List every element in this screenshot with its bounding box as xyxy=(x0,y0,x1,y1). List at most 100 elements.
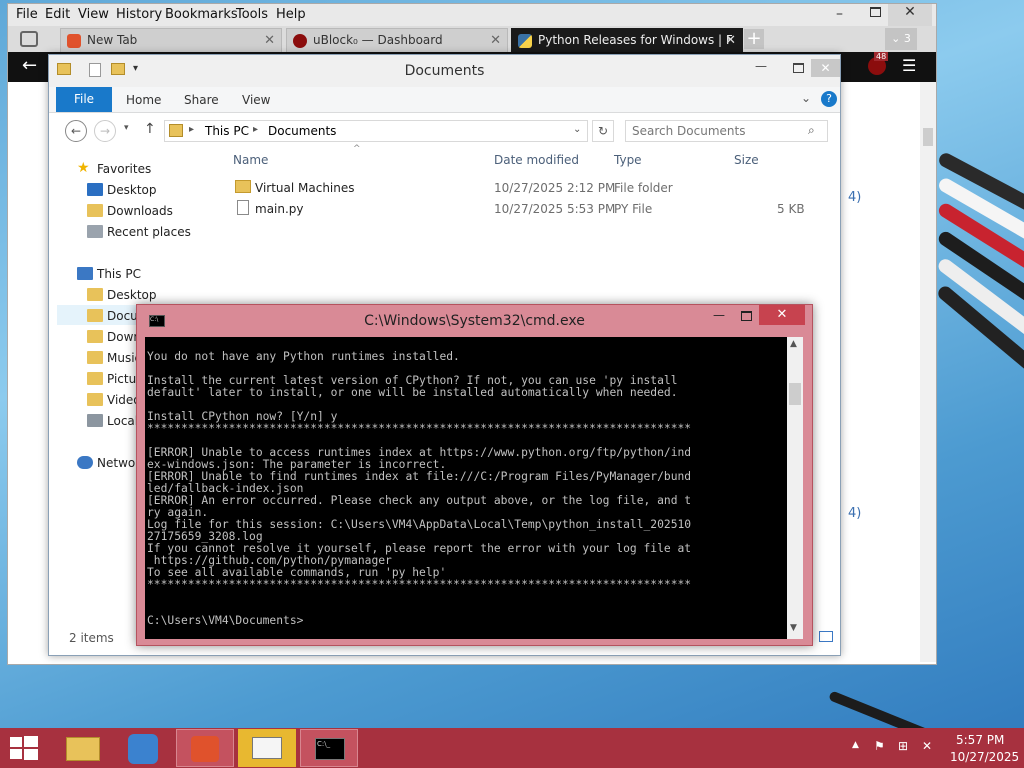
cmd-line xyxy=(147,591,785,603)
windows-start-icon[interactable] xyxy=(10,736,38,761)
browser-minimize-button[interactable]: – xyxy=(836,6,843,22)
explorer-maximize-button[interactable] xyxy=(793,63,804,73)
tab-count: 3 xyxy=(903,32,911,45)
hamburger-menu-icon[interactable]: ☰ xyxy=(902,56,916,75)
page-scrollbar[interactable] xyxy=(920,82,936,662)
network-tray-icon[interactable]: ⊞ xyxy=(898,739,908,753)
cmd-minimize-button[interactable]: — xyxy=(713,308,725,322)
menu-bookmarks[interactable]: Bookmarks xyxy=(165,7,238,22)
tab-count-button[interactable]: ⌄ 3 xyxy=(885,28,917,50)
nav-fav-recent[interactable]: Recent places xyxy=(107,225,191,239)
volume-muted-icon[interactable]: ✕ xyxy=(922,739,932,753)
menu-tools[interactable]: Tools xyxy=(236,7,268,22)
file-type: File folder xyxy=(614,181,673,195)
file-row[interactable]: main.py 10/27/2025 5:53 PM PY File 5 KB xyxy=(229,198,809,218)
scroll-up-icon[interactable]: ▲ xyxy=(790,339,797,349)
browser-close-button[interactable]: ✕ xyxy=(888,4,932,26)
cmd-scrollbar[interactable]: ▲ ▼ xyxy=(787,337,803,639)
back-arrow-icon[interactable]: ← xyxy=(22,55,37,76)
file-date: 10/27/2025 5:53 PM xyxy=(494,202,616,216)
explorer-minimize-button[interactable]: — xyxy=(755,59,767,73)
python-icon xyxy=(518,34,532,48)
folder-icon xyxy=(66,737,100,761)
recent-locations-icon[interactable]: ▾ xyxy=(124,123,129,133)
cmd-console[interactable]: You do not have any Python runtimes inst… xyxy=(145,337,803,639)
search-input[interactable]: Search Documents ⌕ xyxy=(625,120,828,142)
tab-label: New Tab xyxy=(87,33,138,47)
tab-ublock-dashboard[interactable]: uBlock₀ — Dashboard ✕ xyxy=(286,28,508,52)
page-text-fragment: 4) xyxy=(848,190,862,205)
downloads-icon xyxy=(87,330,103,343)
taskbar-file-explorer[interactable] xyxy=(54,729,112,767)
file-name: Virtual Machines xyxy=(255,181,355,195)
taskbar: C:\_ ▲ ⚑ ⊞ ✕ 5:57 PM 10/27/2025 xyxy=(0,728,1024,768)
tray-date[interactable]: 10/27/2025 xyxy=(950,750,1019,764)
explorer-title: Documents xyxy=(404,63,485,79)
menu-file[interactable]: File xyxy=(16,7,38,22)
taskbar-printer[interactable] xyxy=(238,729,296,767)
tab-new-tab[interactable]: New Tab ✕ xyxy=(60,28,282,52)
forward-button[interactable]: → xyxy=(94,120,116,142)
ublock-shield-icon xyxy=(293,34,307,48)
show-hidden-icons[interactable]: ▲ xyxy=(852,740,859,750)
cmd-scrollbar-thumb[interactable] xyxy=(789,383,801,405)
menu-help[interactable]: Help xyxy=(276,7,306,22)
taskbar-magnifier[interactable] xyxy=(114,729,172,767)
tab-manager-icon[interactable] xyxy=(20,31,38,47)
music-icon xyxy=(87,351,103,364)
firefox-fox-icon xyxy=(191,736,219,762)
menu-history[interactable]: History xyxy=(116,7,162,22)
ribbon-tab-home[interactable]: Home xyxy=(126,93,161,107)
nav-favorites[interactable]: Favorites xyxy=(97,162,151,176)
explorer-close-button[interactable]: ✕ xyxy=(811,59,840,77)
nav-pc-local-disk[interactable]: Local xyxy=(107,414,138,428)
nav-pc-documents[interactable]: Docu xyxy=(107,309,138,323)
cmd-close-button[interactable]: ✕ xyxy=(759,305,805,325)
desktop-icon xyxy=(87,183,103,196)
nav-this-pc[interactable]: This PC xyxy=(97,267,141,281)
taskbar-firefox[interactable] xyxy=(176,729,234,767)
new-tab-button[interactable]: + xyxy=(744,29,764,49)
recent-places-icon xyxy=(87,225,103,238)
nav-fav-desktop[interactable]: Desktop xyxy=(107,183,157,197)
ribbon-tab-share[interactable]: Share xyxy=(184,93,219,107)
details-view-icon[interactable] xyxy=(819,631,833,642)
ribbon-tab-file[interactable]: File xyxy=(56,87,112,112)
nav-network[interactable]: Networ xyxy=(97,456,140,470)
browser-maximize-button[interactable] xyxy=(870,7,881,17)
browser-menubar: File Edit View History Bookmarks Tools H… xyxy=(8,4,936,26)
help-icon[interactable]: ? xyxy=(821,91,837,107)
close-icon[interactable]: ✕ xyxy=(725,33,736,48)
breadcrumb-documents[interactable]: Documents xyxy=(268,124,336,138)
close-icon[interactable]: ✕ xyxy=(264,33,275,48)
column-size[interactable]: Size xyxy=(734,153,759,167)
menu-view[interactable]: View xyxy=(78,7,109,22)
explorer-ribbon: File Home Share View ⌄ ? xyxy=(49,87,840,113)
nav-fav-downloads[interactable]: Downloads xyxy=(107,204,173,218)
back-button[interactable]: ← xyxy=(65,120,87,142)
menu-edit[interactable]: Edit xyxy=(45,7,70,22)
file-row[interactable]: Virtual Machines 10/27/2025 2:12 PM File… xyxy=(229,177,809,197)
close-icon[interactable]: ✕ xyxy=(490,33,501,48)
address-bar[interactable]: ▸ This PC ▸ Documents ⌄ xyxy=(164,120,588,142)
chevron-down-icon[interactable]: ⌄ xyxy=(573,124,581,135)
ribbon-tab-view[interactable]: View xyxy=(242,93,270,107)
page-scrollbar-thumb[interactable] xyxy=(923,128,933,146)
column-date-modified[interactable]: Date modified xyxy=(494,153,579,167)
search-icon[interactable]: ⌕ xyxy=(808,123,815,138)
column-name[interactable]: Name xyxy=(233,153,268,167)
column-type[interactable]: Type xyxy=(614,153,642,167)
action-center-flag-icon[interactable]: ⚑ xyxy=(874,739,885,753)
cmd-line: [ERROR] An error occurred. Please check … xyxy=(147,494,692,507)
nav-pc-desktop[interactable]: Desktop xyxy=(107,288,157,302)
ribbon-expand-icon[interactable]: ⌄ xyxy=(801,91,811,105)
up-arrow-icon[interactable]: ↑ xyxy=(144,121,156,137)
tray-time[interactable]: 5:57 PM xyxy=(956,733,1004,747)
cmd-maximize-button[interactable] xyxy=(741,311,752,321)
refresh-button[interactable]: ↻ xyxy=(592,120,614,142)
breadcrumb-this-pc[interactable]: This PC xyxy=(205,124,249,138)
magnifier-icon xyxy=(128,734,158,764)
taskbar-command-prompt[interactable]: C:\_ xyxy=(300,729,358,767)
tab-python-releases[interactable]: Python Releases for Windows | F ✕ xyxy=(511,28,743,52)
scroll-down-icon[interactable]: ▼ xyxy=(790,623,797,633)
